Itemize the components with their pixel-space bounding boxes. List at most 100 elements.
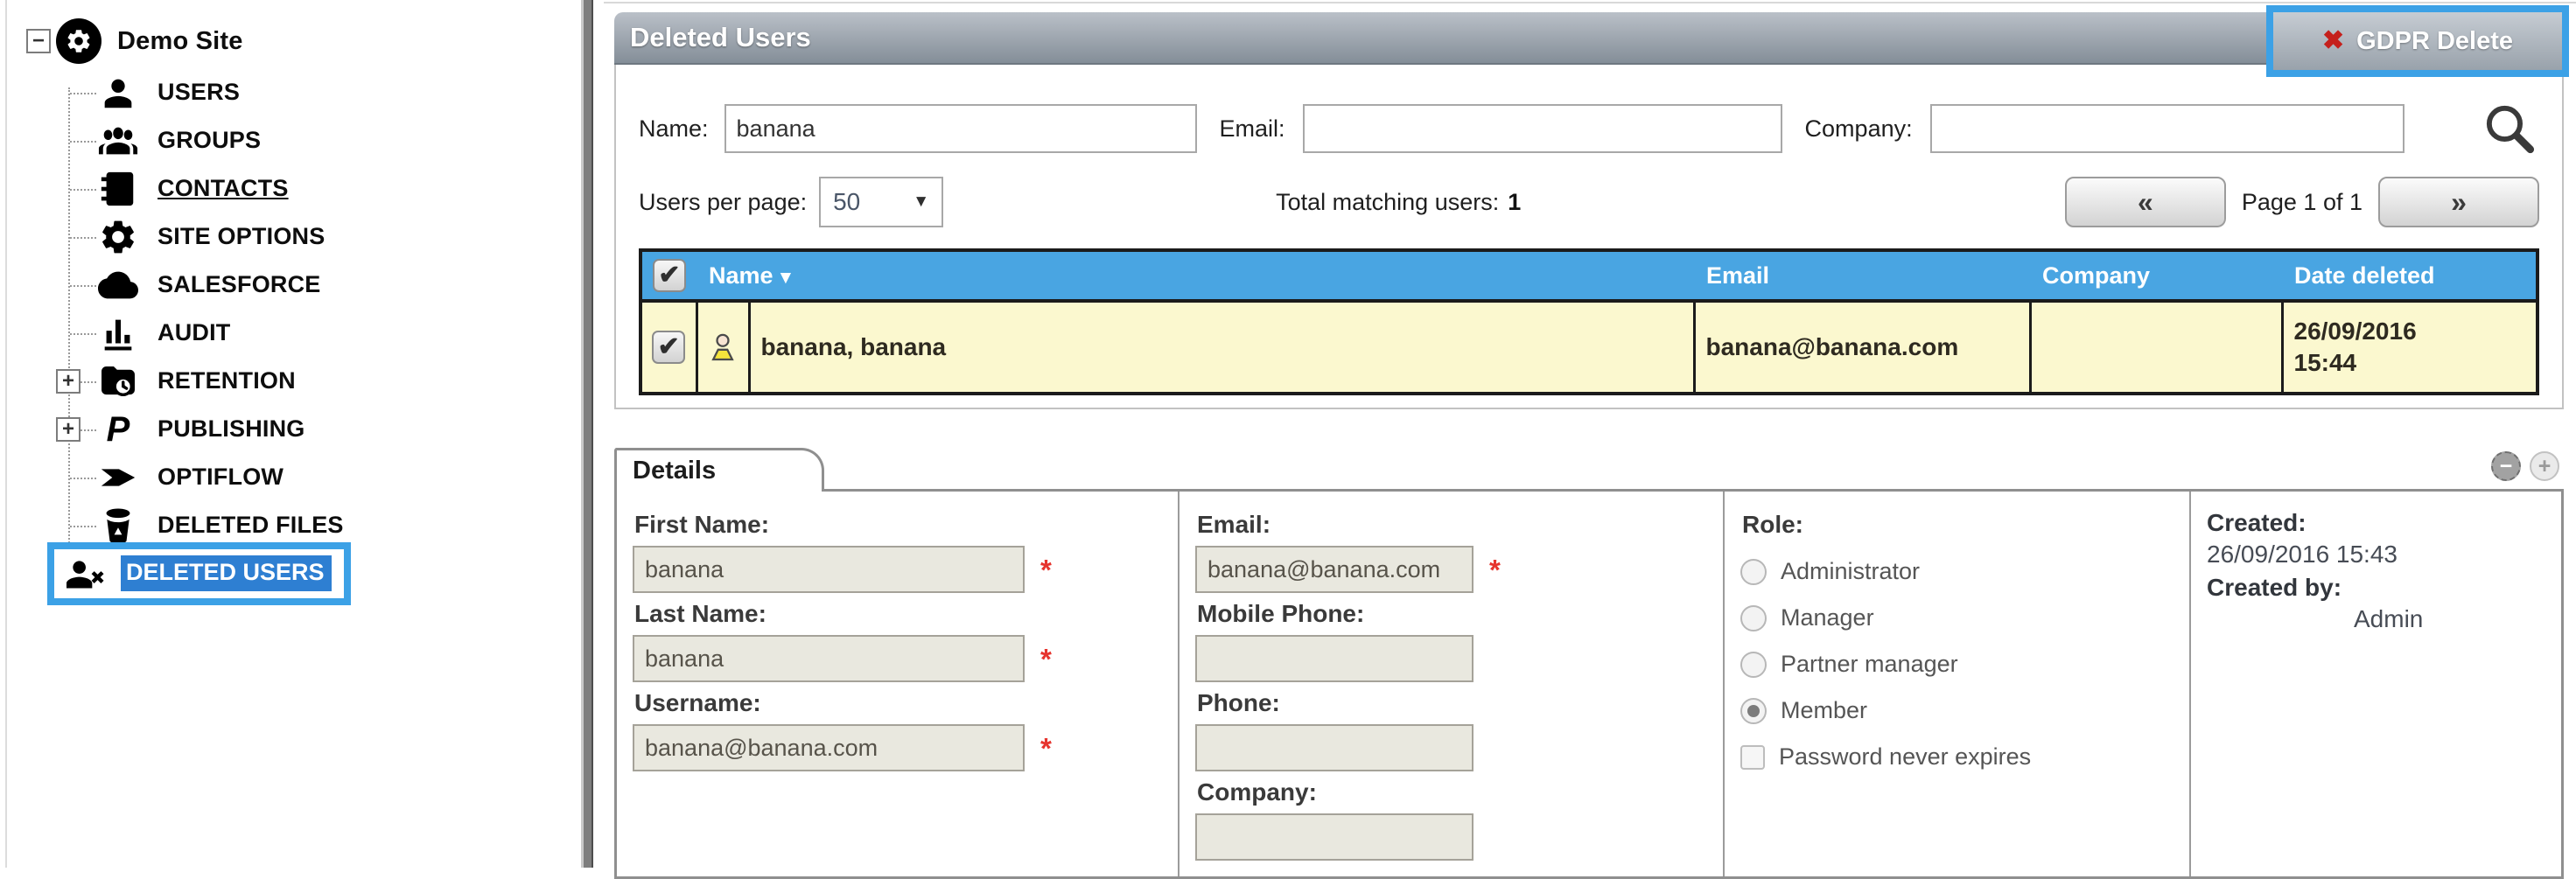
email-filter-input[interactable] — [1303, 104, 1782, 153]
total-value: 1 — [1508, 189, 1521, 216]
sidebar-item-label: SALESFORCE — [158, 271, 321, 298]
sidebar-splitter[interactable] — [581, 0, 593, 868]
details-contact-column: Email: * Mobile Phone: Phone: Company: — [1178, 492, 1723, 876]
details-role-column: Role: Administrator Manager Partner mana… — [1723, 492, 2189, 876]
sidebar-item-users[interactable]: USERS — [7, 68, 579, 116]
required-marker: * — [1040, 645, 1052, 673]
sidebar-item-retention[interactable]: + RETENTION — [7, 357, 579, 405]
gdpr-delete-button[interactable]: ✖ GDPR Delete — [2266, 5, 2569, 77]
mobile-phone-field[interactable] — [1195, 635, 1474, 682]
sort-desc-icon: ▼ — [777, 268, 795, 288]
deleted-users-panel: Deleted Users ✖ GDPR Delete Name: Email:… — [614, 12, 2564, 879]
role-option-manager[interactable]: Manager — [1740, 604, 2172, 631]
sidebar-item-label: OPTIFLOW — [158, 464, 284, 491]
tree-connector — [70, 333, 96, 335]
search-button[interactable] — [2478, 98, 2539, 159]
sidebar-item-label: PUBLISHING — [158, 415, 305, 443]
next-page-button[interactable]: » — [2378, 177, 2539, 227]
company-field[interactable] — [1195, 813, 1474, 861]
tree-connector — [70, 285, 96, 287]
radio-selected-icon[interactable] — [1740, 698, 1767, 724]
date-deleted-column-header[interactable]: Date deleted — [2282, 250, 2538, 301]
row-select-cell: ✔ — [640, 301, 696, 394]
per-page-value: 50 — [833, 188, 860, 216]
gdpr-delete-label: GDPR Delete — [2356, 27, 2513, 56]
required-marker: * — [1040, 734, 1052, 763]
tab-details[interactable]: Details — [614, 448, 824, 492]
phone-field[interactable] — [1195, 724, 1474, 771]
per-page-select[interactable]: 50 ▼ — [819, 177, 943, 227]
username-field[interactable] — [633, 724, 1025, 771]
checkbox-icon[interactable] — [1740, 745, 1765, 770]
pagination: « Page 1 of 1 » — [2065, 177, 2539, 227]
company-filter-input[interactable] — [1930, 104, 2404, 153]
flow-arrow-icon — [96, 456, 140, 499]
prev-page-button[interactable]: « — [2065, 177, 2226, 227]
phone-label: Phone: — [1197, 689, 1705, 717]
created-value: 26/09/2016 15:43 — [2207, 541, 2544, 569]
sidebar-item-contacts[interactable]: CONTACTS — [7, 164, 579, 213]
expand-icon[interactable]: + — [56, 369, 80, 394]
tree-connector — [70, 237, 96, 239]
total-matching-users: Total matching users: 1 — [1276, 189, 1521, 216]
role-option-member[interactable]: Member — [1740, 697, 2172, 724]
gear-icon — [96, 215, 140, 259]
tree-root-demo-site[interactable]: − Demo Site — [7, 14, 579, 68]
page-indicator: Page 1 of 1 — [2242, 189, 2362, 216]
radio-icon[interactable] — [1740, 652, 1767, 678]
name-column-header[interactable]: Name▼ — [696, 250, 1694, 301]
last-name-field[interactable] — [633, 635, 1025, 682]
first-name-field[interactable] — [633, 546, 1025, 593]
company-filter-label: Company: — [1805, 115, 1913, 143]
radio-icon[interactable] — [1740, 605, 1767, 631]
select-all-checkbox[interactable]: ✔ — [653, 259, 686, 292]
email-field[interactable] — [1195, 546, 1474, 593]
company-column-header[interactable]: Company — [2030, 250, 2282, 301]
radio-icon[interactable] — [1740, 559, 1767, 585]
sidebar-item-publishing[interactable]: + P PUBLISHING — [7, 405, 579, 453]
user-x-icon — [63, 554, 108, 594]
mobile-phone-label: Mobile Phone: — [1197, 600, 1705, 628]
search-and-results-box: Name: Email: Company: Users per page: 50… — [614, 65, 2564, 409]
row-email-cell: banana@banana.com — [1694, 301, 2030, 394]
page-title: Deleted Users — [614, 22, 811, 53]
sidebar-item-label: AUDIT — [158, 319, 231, 346]
total-label: Total matching users: — [1276, 189, 1499, 216]
created-label: Created: — [2207, 509, 2544, 537]
email-column-header[interactable]: Email — [1694, 250, 2030, 301]
bar-chart-icon — [96, 311, 140, 355]
collapse-expander-icon[interactable]: − — [26, 29, 51, 53]
list-controls-row: Users per page: 50 ▼ Total matching user… — [639, 177, 2539, 227]
created-by-label: Created by: — [2207, 574, 2544, 602]
sidebar-item-site-options[interactable]: SITE OPTIONS — [7, 213, 579, 261]
role-option-administrator[interactable]: Administrator — [1740, 558, 2172, 585]
role-option-partner-manager[interactable]: Partner manager — [1740, 651, 2172, 678]
expand-icon[interactable]: + — [56, 417, 80, 442]
search-icon — [2481, 100, 2537, 158]
tree-root-label: Demo Site — [117, 27, 243, 56]
row-checkbox[interactable]: ✔ — [652, 331, 685, 364]
sidebar-item-optiflow[interactable]: OPTIFLOW — [7, 453, 579, 501]
collapse-panel-icon[interactable]: − — [2491, 451, 2521, 481]
sidebar-item-salesforce[interactable]: SALESFORCE — [7, 261, 579, 309]
red-x-icon: ✖ — [2322, 28, 2344, 54]
sidebar-item-groups[interactable]: GROUPS — [7, 116, 579, 164]
expand-panel-icon[interactable]: + — [2530, 451, 2559, 481]
cloud-icon — [96, 263, 140, 307]
contacts-book-icon — [96, 167, 140, 211]
sidebar-item-audit[interactable]: AUDIT — [7, 309, 579, 357]
row-date-deleted-cell: 26/09/2016 15:44 — [2282, 301, 2538, 394]
password-never-expires-option[interactable]: Password never expires — [1740, 743, 2172, 771]
selected-item-highlight-box[interactable]: DELETED USERS — [47, 542, 351, 605]
role-label: Role: — [1742, 511, 2172, 539]
name-filter-input[interactable] — [724, 104, 1197, 153]
details-identity-column: First Name: * Last Name: * Username: * — [617, 492, 1178, 876]
required-marker: * — [1040, 555, 1052, 584]
sidebar-item-deleted-users[interactable]: DELETED USERS — [7, 549, 579, 597]
navigation-sidebar: − Demo Site USERS GROUPS CONTA — [5, 0, 579, 868]
sidebar-item-label: CONTACTS — [158, 175, 289, 202]
chevron-down-icon: ▼ — [913, 192, 929, 212]
sidebar-item-label: RETENTION — [158, 367, 296, 394]
created-by-value: Admin — [2207, 605, 2544, 633]
table-row[interactable]: ✔ banana, banana banana@banana.com 26/09… — [640, 301, 2538, 394]
